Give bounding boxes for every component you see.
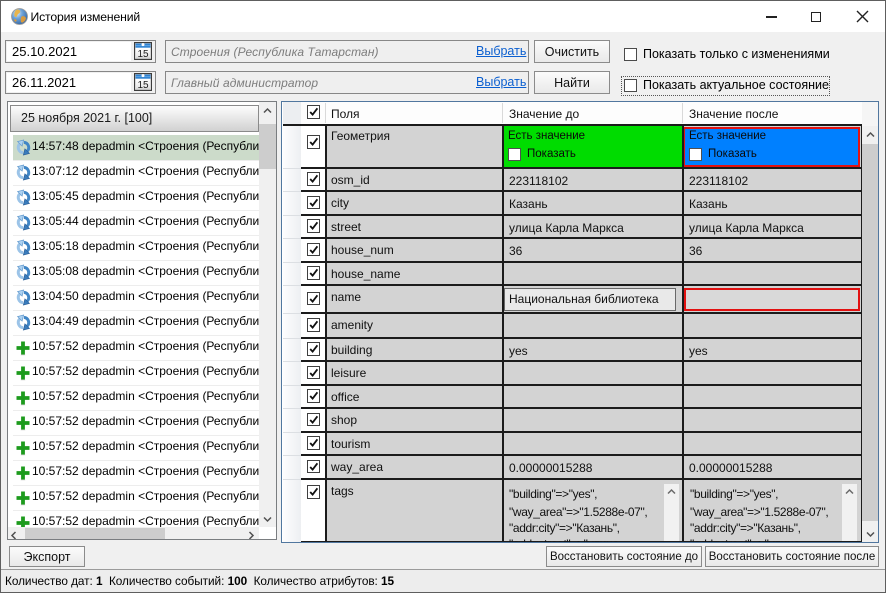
svg-text:15: 15	[137, 49, 149, 60]
svg-text:15: 15	[137, 80, 149, 91]
